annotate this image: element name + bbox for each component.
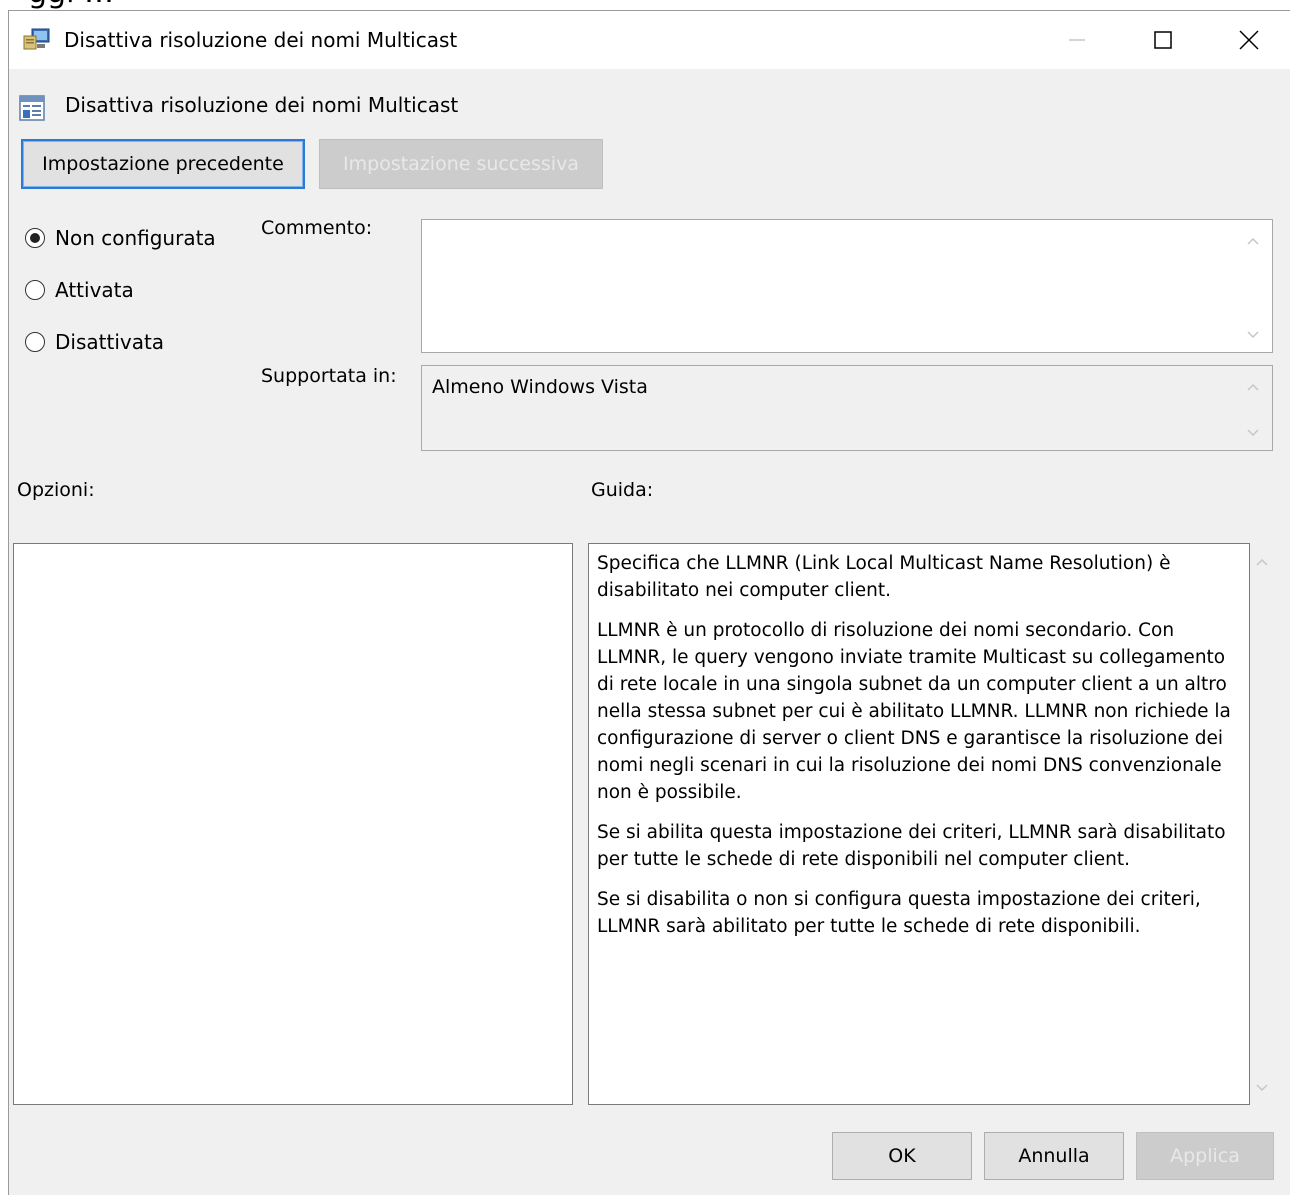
chevron-up-icon[interactable] (1246, 236, 1260, 246)
help-paragraph: Se si disabilita o non si configura ques… (597, 889, 1201, 937)
radio-selected-dot (30, 233, 40, 243)
supported-label: Supportata in: (261, 365, 397, 387)
comment-label: Commento: (261, 217, 373, 239)
chevron-up-icon[interactable] (1246, 382, 1260, 392)
next-setting-button[interactable]: Impostazione successiva (319, 139, 603, 189)
ok-button[interactable]: OK (832, 1132, 972, 1180)
background-text: ggi … (28, 0, 114, 8)
minimize-icon (1069, 39, 1085, 41)
options-panel (13, 543, 573, 1105)
radio-disabled[interactable]: Disattivata (25, 327, 164, 357)
help-paragraph: Specifica che LLMNR (Link Local Multicas… (597, 553, 1171, 601)
radio-label: Non configurata (55, 226, 216, 250)
radio-circle[interactable] (25, 228, 45, 248)
help-paragraph: Se si abilita questa impostazione dei cr… (597, 822, 1226, 870)
maximize-button[interactable] (1119, 11, 1207, 69)
radio-label: Disattivata (55, 330, 165, 354)
radio-enabled[interactable]: Attivata (25, 275, 134, 305)
supported-on-box: Almeno Windows Vista (421, 365, 1273, 451)
comment-textarea[interactable] (421, 219, 1273, 353)
policy-setting-icon (19, 95, 45, 121)
radio-circle[interactable] (25, 280, 45, 300)
options-label: Opzioni: (17, 479, 95, 501)
cancel-button[interactable]: Annulla (984, 1132, 1124, 1180)
help-paragraph: LLMNR è un protocollo di risoluzione dei… (597, 620, 1231, 803)
window-title: Disattiva risoluzione dei nomi Multicast (64, 28, 458, 52)
close-icon (1239, 30, 1259, 50)
title-bar[interactable]: Disattiva risoluzione dei nomi Multicast (9, 11, 1290, 69)
help-panel[interactable]: Specifica che LLMNR (Link Local Multicas… (588, 543, 1250, 1105)
maximize-icon (1154, 31, 1172, 49)
minimize-button[interactable] (1033, 11, 1121, 69)
close-button[interactable] (1205, 11, 1290, 69)
help-label: Guida: (591, 479, 654, 501)
chevron-up-icon[interactable] (1255, 557, 1269, 567)
computer-policy-icon (23, 28, 50, 50)
help-text: Specifica che LLMNR (Link Local Multicas… (597, 550, 1237, 953)
radio-circle[interactable] (25, 332, 45, 352)
supported-value: Almeno Windows Vista (432, 376, 648, 398)
chevron-down-icon[interactable] (1255, 1083, 1269, 1093)
radio-not-configured[interactable]: Non configurata (25, 223, 216, 253)
policy-title: Disattiva risoluzione dei nomi Multicast (65, 93, 459, 117)
radio-label: Attivata (55, 278, 134, 302)
apply-button[interactable]: Applica (1136, 1132, 1274, 1180)
chevron-down-icon[interactable] (1246, 330, 1260, 340)
chevron-down-icon[interactable] (1246, 428, 1260, 438)
previous-setting-button[interactable]: Impostazione precedente (21, 139, 305, 189)
policy-dialog: Disattiva risoluzione dei nomi Multicast (8, 10, 1290, 1195)
